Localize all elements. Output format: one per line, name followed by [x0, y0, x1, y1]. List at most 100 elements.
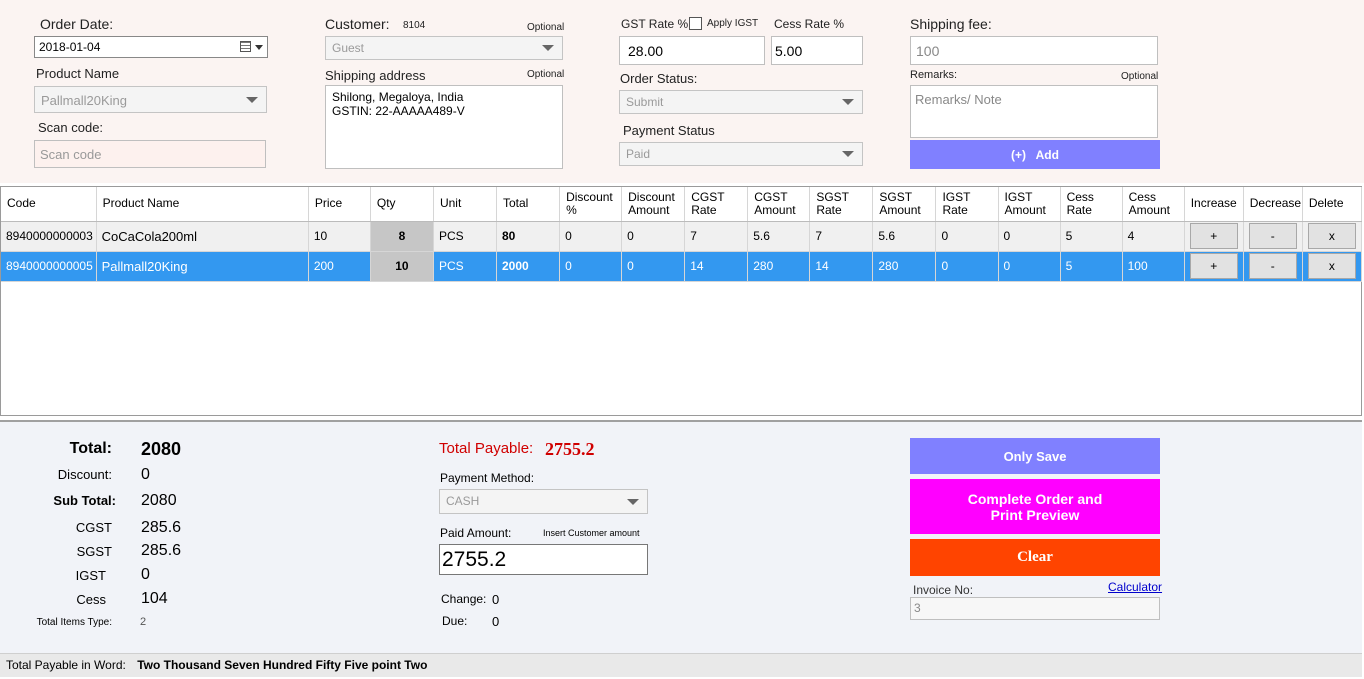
column-header[interactable]: SGST Amount: [872, 187, 937, 222]
column-header[interactable]: Code: [1, 187, 97, 222]
cell-unit[interactable]: PCS: [433, 251, 498, 282]
scan-code-input[interactable]: Scan code: [34, 140, 266, 168]
cell-name[interactable]: Pallmall20King: [96, 251, 309, 282]
igst-value: 0: [141, 566, 150, 583]
cell-price[interactable]: 200: [308, 251, 371, 282]
order-status-select[interactable]: Submit: [619, 90, 863, 114]
column-header[interactable]: Cess Amount: [1122, 187, 1185, 222]
column-header[interactable]: Qty: [370, 187, 434, 222]
column-header[interactable]: Discount Amount: [621, 187, 686, 222]
chevron-down-icon: [842, 99, 854, 105]
complete-order-button[interactable]: Complete Order and Print Preview: [910, 479, 1160, 534]
total-payable-label: Total Payable:: [439, 440, 534, 457]
cell-disc-pct[interactable]: 0: [559, 221, 623, 252]
product-name-value: Pallmall20King: [41, 93, 127, 108]
decrease-button[interactable]: -: [1248, 223, 1297, 249]
shipping-address-textarea[interactable]: Shilong, Megaloya, India GSTIN: 22-AAAAA…: [325, 85, 563, 169]
column-header[interactable]: Increase: [1184, 187, 1244, 222]
remarks-textarea[interactable]: Remarks/ Note: [910, 85, 1158, 138]
order-date-picker[interactable]: 2018-01-04: [34, 36, 268, 58]
remarks-label: Remarks:: [910, 69, 958, 81]
cell-igst-amt[interactable]: 0: [998, 251, 1061, 282]
cell-cess-rate[interactable]: 5: [1060, 221, 1123, 252]
cell-igst-rate[interactable]: 0: [935, 221, 999, 252]
action-cell: -: [1243, 251, 1303, 282]
cell-sgst-rate[interactable]: 14: [809, 251, 874, 282]
column-header[interactable]: Delete: [1302, 187, 1363, 222]
column-header[interactable]: Cess Rate: [1060, 187, 1123, 222]
decrease-button[interactable]: -: [1248, 253, 1297, 279]
customer-select[interactable]: Guest: [325, 36, 563, 60]
cell-disc-amt[interactable]: 0: [621, 221, 686, 252]
payment-method-select[interactable]: CASH: [439, 489, 648, 514]
cell-disc-pct[interactable]: 0: [559, 251, 623, 282]
payable-in-words-value: Two Thousand Seven Hundred Fifty Five po…: [137, 658, 428, 672]
cell-sgst-amt[interactable]: 5.6: [872, 221, 937, 252]
customer-id: 8104: [403, 20, 426, 31]
total-payable-value: 2755.2: [545, 439, 595, 459]
column-header[interactable]: CGST Rate: [684, 187, 749, 222]
cell-code[interactable]: 8940000000005: [1, 251, 97, 282]
add-button[interactable]: (+) Add: [910, 140, 1160, 169]
cell-igst-rate[interactable]: 0: [935, 251, 999, 282]
product-name-label: Product Name: [36, 66, 120, 81]
cell-qty[interactable]: 8: [370, 221, 434, 252]
cell-sgst-amt[interactable]: 280: [872, 251, 937, 282]
column-header[interactable]: SGST Rate: [809, 187, 874, 222]
cell-cess-rate[interactable]: 5: [1060, 251, 1123, 282]
cell-cgst-amt[interactable]: 280: [747, 251, 811, 282]
calculator-link[interactable]: Calculator: [1108, 580, 1162, 594]
cell-sgst-rate[interactable]: 7: [809, 221, 874, 252]
only-save-button[interactable]: Only Save: [910, 438, 1160, 474]
column-header[interactable]: Unit: [433, 187, 498, 222]
paid-amount-input[interactable]: 2755.2: [439, 544, 648, 575]
delete-button[interactable]: x: [1307, 253, 1356, 279]
increase-button[interactable]: +: [1189, 223, 1238, 249]
gst-rate-input[interactable]: 28.00: [619, 36, 765, 65]
cell-code[interactable]: 8940000000003: [1, 221, 97, 252]
column-header[interactable]: Total: [496, 187, 561, 222]
total-value: 2080: [141, 439, 182, 459]
change-label: Change:: [441, 592, 487, 606]
sgst-value: 285.6: [141, 542, 182, 559]
payable-in-words-bar: Total Payable in Word: Two Thousand Seve…: [0, 653, 1362, 677]
column-header[interactable]: Product Name: [96, 187, 309, 222]
apply-igst-checkbox[interactable]: [689, 17, 702, 30]
cell-cess-amt[interactable]: 4: [1122, 221, 1185, 252]
increase-button[interactable]: +: [1189, 253, 1238, 279]
column-header[interactable]: CGST Amount: [747, 187, 811, 222]
cess-rate-value: 5.00: [775, 43, 803, 59]
cell-name[interactable]: CoCaCola200ml: [96, 221, 309, 252]
column-header[interactable]: Price: [308, 187, 371, 222]
cell-disc-amt[interactable]: 0: [621, 251, 686, 282]
column-header[interactable]: Decrease: [1243, 187, 1303, 222]
column-header[interactable]: Discount %: [559, 187, 623, 222]
calendar-icon[interactable]: [240, 41, 251, 52]
cell-igst-amt[interactable]: 0: [998, 221, 1061, 252]
table-row[interactable]: 8940000000003 CoCaCola200ml 10 8 PCS 80 0 0 7 5.6…: [1, 221, 1363, 252]
cell-cgst-rate[interactable]: 14: [684, 251, 749, 282]
column-header[interactable]: IGST Amount: [998, 187, 1061, 222]
cell-total[interactable]: 2000: [496, 251, 561, 282]
column-header[interactable]: IGST Rate: [935, 187, 999, 222]
chevron-down-icon[interactable]: [255, 45, 263, 50]
cgst-label: CGST: [75, 520, 112, 535]
cell-qty[interactable]: 10: [370, 251, 434, 282]
remarks-placeholder: Remarks/ Note: [915, 92, 1002, 107]
action-cell: +: [1184, 251, 1244, 282]
delete-button[interactable]: x: [1307, 223, 1356, 249]
chevron-down-icon: [627, 498, 639, 505]
cell-cess-amt[interactable]: 100: [1122, 251, 1185, 282]
cell-total[interactable]: 80: [496, 221, 561, 252]
table-row[interactable]: 8940000000005 Pallmall20King 200 10 PCS 2000 0…: [1, 251, 1363, 282]
payment-status-select[interactable]: Paid: [619, 142, 863, 166]
cess-rate-input[interactable]: 5.00: [771, 36, 863, 65]
product-name-select[interactable]: Pallmall20King: [34, 86, 267, 113]
cell-price[interactable]: 10: [308, 221, 371, 252]
cell-cgst-rate[interactable]: 7: [684, 221, 749, 252]
clear-button[interactable]: Clear: [910, 539, 1160, 576]
cell-unit[interactable]: PCS: [433, 221, 498, 252]
chevron-down-icon: [542, 45, 554, 51]
shipping-fee-input[interactable]: 100: [910, 36, 1158, 65]
cell-cgst-amt[interactable]: 5.6: [747, 221, 811, 252]
